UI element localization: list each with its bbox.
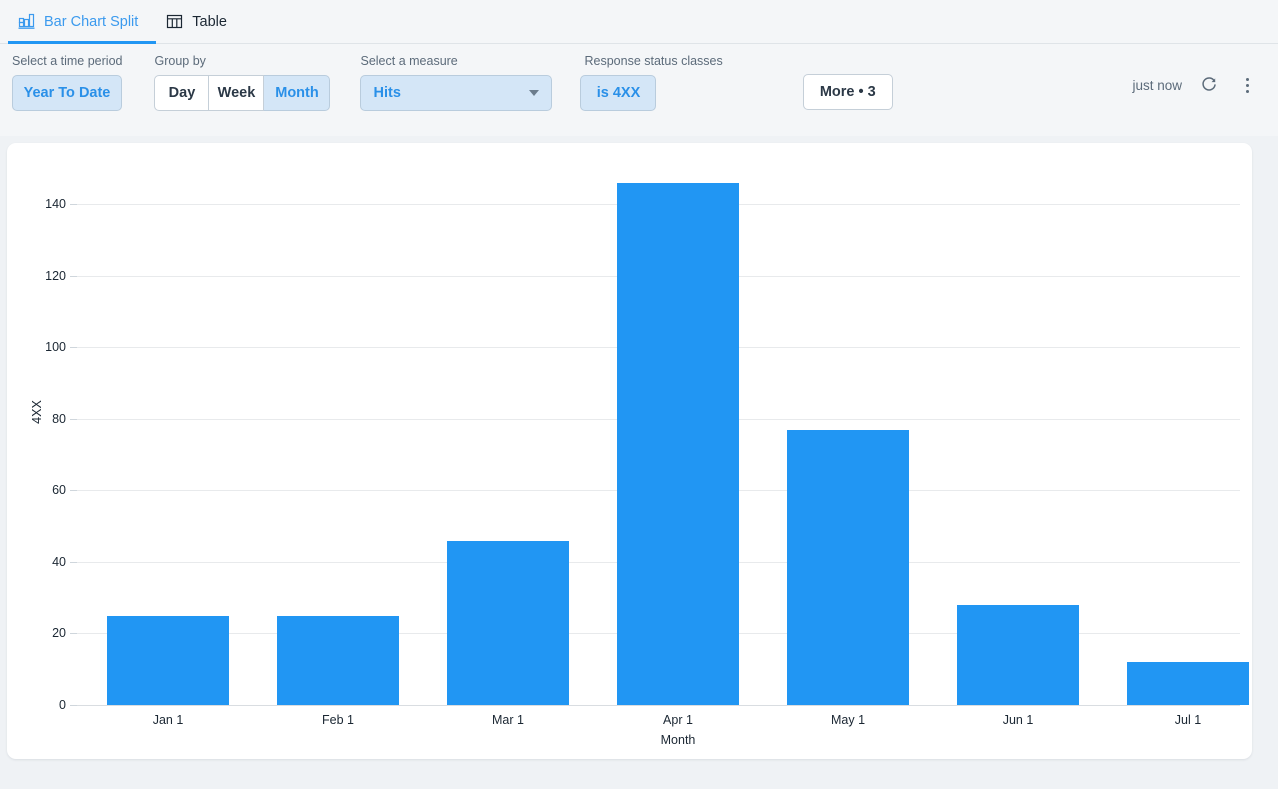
bar[interactable] xyxy=(277,616,399,705)
y-axis-tickmark xyxy=(70,705,77,706)
time-period-group: Select a time period Year To Date xyxy=(8,54,122,111)
chart-meta: just now xyxy=(1132,74,1258,96)
bar-series xyxy=(77,165,1240,705)
y-axis-tick-label: 60 xyxy=(52,483,66,497)
x-axis-tick-label: Jul 1 xyxy=(1175,713,1201,727)
refresh-icon[interactable] xyxy=(1198,74,1220,96)
y-axis-tick-label: 40 xyxy=(52,555,66,569)
y-axis-tick-label: 0 xyxy=(59,698,66,712)
group-by-option-day[interactable]: Day xyxy=(154,75,209,111)
bar[interactable] xyxy=(447,541,569,706)
bar[interactable] xyxy=(107,616,229,705)
bar[interactable] xyxy=(617,183,739,705)
kebab-menu-icon[interactable] xyxy=(1236,74,1258,96)
bar-chart-icon xyxy=(18,13,35,30)
x-axis-title: Month xyxy=(661,733,696,747)
y-axis-tick-label: 140 xyxy=(45,197,66,211)
tab-label: Bar Chart Split xyxy=(44,14,138,30)
status-classes-label: Response status classes xyxy=(584,54,722,68)
group-by-segmented-control: Day Week Month xyxy=(154,75,330,111)
tab-table[interactable]: Table xyxy=(156,0,245,43)
x-axis-tick-label: Mar 1 xyxy=(492,713,524,727)
measure-value: Hits xyxy=(373,85,529,101)
plot-area: 020406080100120140 Jan 1Feb 1Mar 1Apr 1M… xyxy=(77,165,1240,759)
y-axis-tickmark xyxy=(70,490,77,491)
y-axis-tickmark xyxy=(70,204,77,205)
x-axis-tick-label: Apr 1 xyxy=(663,713,693,727)
x-axis-tick-label: Feb 1 xyxy=(322,713,354,727)
tab-label: Table xyxy=(192,14,227,30)
more-group: More • 3 xyxy=(803,54,893,110)
x-axis-tick-labels: Jan 1 Feb 1 Mar 1 Apr 1 May 1 Jun 1 Jul 1 xyxy=(77,705,1240,735)
status-classes-group: Response status classes is 4XX xyxy=(580,54,722,111)
y-axis-tickmark xyxy=(70,633,77,634)
y-axis-tickmark xyxy=(70,347,77,348)
tab-bar-chart-split[interactable]: Bar Chart Split xyxy=(8,0,156,43)
bar[interactable] xyxy=(787,430,909,705)
x-axis-tick-label: Jan 1 xyxy=(153,713,184,727)
x-axis-tick-label: Jun 1 xyxy=(1003,713,1034,727)
y-axis-tick-label: 20 xyxy=(52,626,66,640)
tab-bar: Bar Chart Split Table xyxy=(0,0,1278,44)
group-by-option-week[interactable]: Week xyxy=(209,75,264,111)
y-axis-title: 4XX xyxy=(30,400,44,424)
y-axis-tick-label: 100 xyxy=(45,340,66,354)
time-period-button[interactable]: Year To Date xyxy=(12,75,122,111)
y-axis-tickmark xyxy=(70,419,77,420)
table-icon xyxy=(166,13,183,30)
more-filters-button[interactable]: More • 3 xyxy=(803,74,893,110)
group-by-option-month[interactable]: Month xyxy=(264,75,330,111)
group-by-group: Group by Day Week Month xyxy=(150,54,330,111)
chart-card: 4XX 0 20 40 60 80 100 120 140 Jan 1 Feb 1 Mar 1 Ap… xyxy=(7,143,1252,759)
group-by-label: Group by xyxy=(154,54,330,68)
status-class-chip-4xx[interactable]: is 4XX xyxy=(580,75,656,111)
y-axis-tick-label: 80 xyxy=(52,412,66,426)
y-axis-tick-label: 120 xyxy=(45,269,66,283)
control-bar: Select a time period Year To Date Group … xyxy=(0,44,1278,136)
y-axis-tickmark xyxy=(70,562,77,563)
measure-label: Select a measure xyxy=(360,54,552,68)
bar[interactable] xyxy=(957,605,1079,705)
chevron-down-icon xyxy=(529,90,539,96)
bar[interactable] xyxy=(1127,662,1249,705)
measure-group: Select a measure Hits xyxy=(356,54,552,111)
x-axis-tick-label: May 1 xyxy=(831,713,865,727)
time-period-label: Select a time period xyxy=(12,54,122,68)
measure-select[interactable]: Hits xyxy=(360,75,552,111)
last-updated-text: just now xyxy=(1132,78,1182,93)
y-axis-tickmark xyxy=(70,276,77,277)
